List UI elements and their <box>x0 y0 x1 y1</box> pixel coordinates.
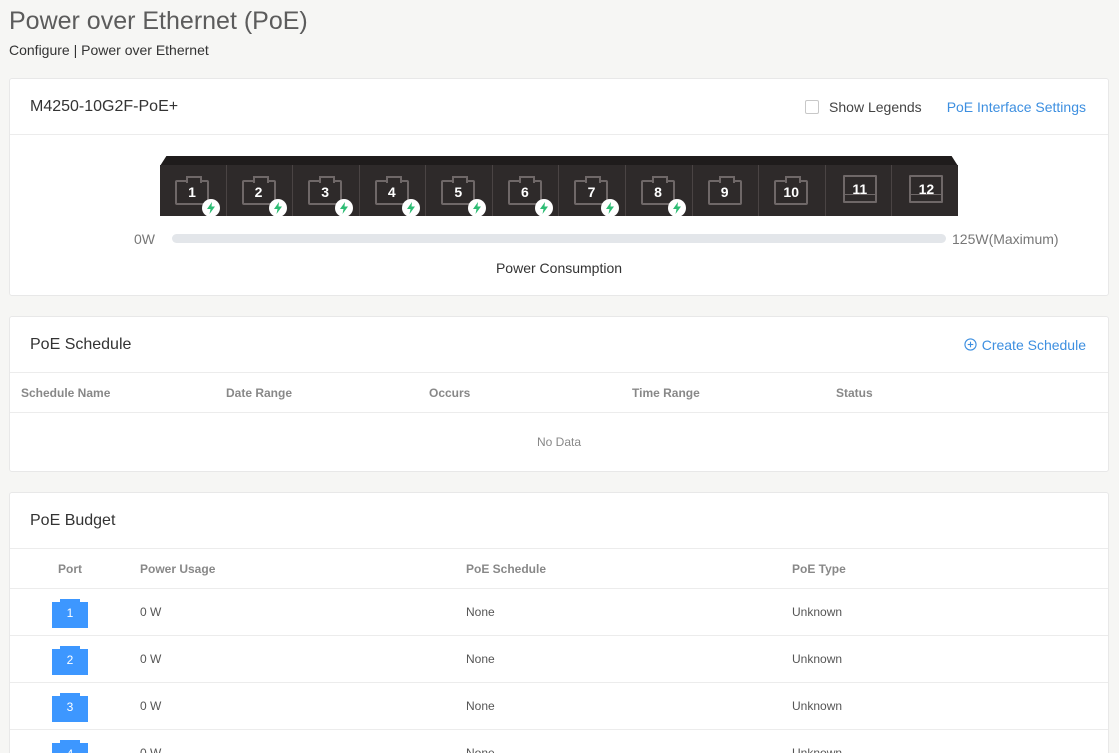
switch-port-number: 6 <box>520 184 529 200</box>
poe-schedule-title: PoE Schedule <box>30 335 132 353</box>
switch-port-number: 4 <box>387 184 396 200</box>
poe-interface-settings-link[interactable]: PoE Interface Settings <box>947 99 1086 115</box>
poe-lightning-icon <box>468 199 487 217</box>
power-max-label: 125W(Maximum) <box>952 231 1059 247</box>
budget-table-row: 1 0 W None Unknown <box>10 589 1108 636</box>
budget-table-row: 2 0 W None Unknown <box>10 636 1108 683</box>
cell-power-usage: 0 W <box>140 652 162 666</box>
power-consumption-caption: Power Consumption <box>495 260 623 276</box>
cell-power-usage: 0 W <box>140 699 162 713</box>
switch-front-panel: 1 2 3 4 5 6 7 8 9 10 11 12 <box>160 165 958 217</box>
switch-port-number: 11 <box>852 181 868 197</box>
poe-lightning-icon <box>534 199 553 217</box>
power-min-label: 0W <box>134 231 155 247</box>
port-chip-icon[interactable]: 2 <box>52 643 88 675</box>
switch-port-number: 1 <box>188 184 196 200</box>
poe-schedule-header: PoE Schedule Create Schedule <box>10 317 1108 373</box>
cell-poe-type: Unknown <box>792 605 843 619</box>
switch-port-number: 10 <box>783 184 799 200</box>
budget-table-row: 3 0 W None Unknown <box>10 683 1108 730</box>
switch-port-number: 7 <box>587 184 596 200</box>
switch-port-number: 9 <box>720 184 729 200</box>
switch-port-10[interactable]: 10 <box>759 165 826 216</box>
show-legends-label: Show Legends <box>829 98 922 115</box>
cell-poe-schedule: None <box>466 746 495 753</box>
budget-table-body: 1 0 W None Unknown 2 0 W None Unknown 3 0 W None Un… <box>10 589 1108 753</box>
poe-lightning-icon <box>268 199 287 217</box>
cell-poe-type: Unknown <box>792 699 843 713</box>
poe-budget-panel: PoE Budget Port Power Usage PoE Schedule… <box>9 492 1109 753</box>
port-chip-icon[interactable]: 3 <box>52 690 88 722</box>
column-schedule-name[interactable]: Schedule Name <box>21 386 226 400</box>
schedule-empty-state: No Data <box>536 435 582 449</box>
port-chip-number: 1 <box>66 606 74 620</box>
switch-port-6[interactable]: 6 <box>493 165 560 217</box>
poe-budget-title: PoE Budget <box>30 511 116 529</box>
switch-port-7[interactable]: 7 <box>559 165 627 217</box>
port-chip-number: 2 <box>66 653 74 667</box>
page-title: Power over Ethernet (PoE) <box>9 7 308 35</box>
device-model: M4250-10G2F-PoE+ <box>30 97 179 115</box>
switch-port-number: 8 <box>654 184 662 200</box>
schedule-table-header: Schedule Name Date Range Occurs Time Ran… <box>10 373 1108 413</box>
column-port[interactable]: Port <box>58 562 140 576</box>
budget-table-row: 4 0 W None Unknown <box>10 730 1108 753</box>
switch-port-number: 5 <box>454 184 463 200</box>
switch-port-3[interactable]: 3 <box>293 165 360 217</box>
poe-lightning-icon <box>202 199 220 217</box>
switch-port-8[interactable]: 8 <box>626 165 693 217</box>
port-chip-icon[interactable]: 4 <box>52 737 88 753</box>
switch-port-number: 12 <box>918 181 935 197</box>
switch-port-number: 2 <box>254 184 263 200</box>
switch-port-1[interactable]: 1 <box>160 165 227 217</box>
column-power-usage[interactable]: Power Usage <box>140 562 466 576</box>
switch-port-4[interactable]: 4 <box>360 165 427 217</box>
create-schedule-label: Create Schedule <box>981 336 1086 353</box>
port-chip-number: 4 <box>52 747 88 753</box>
switch-port-number: 3 <box>321 184 330 200</box>
column-time-range[interactable]: Time Range <box>632 386 836 400</box>
poe-lightning-icon <box>335 199 354 217</box>
show-legends-toggle[interactable]: Show Legends <box>805 99 922 115</box>
show-legends-checkbox[interactable] <box>805 99 820 114</box>
cell-poe-schedule: None <box>466 699 495 713</box>
switch-port-12[interactable]: 12 <box>892 165 958 216</box>
power-consumption-bar <box>172 234 946 243</box>
cell-poe-schedule: None <box>466 605 495 619</box>
column-poe-schedule[interactable]: PoE Schedule <box>466 562 792 576</box>
switch-port-9[interactable]: 9 <box>693 165 760 216</box>
column-date-range[interactable]: Date Range <box>226 386 429 400</box>
port-chip-number: 3 <box>66 700 74 714</box>
switch-port-2[interactable]: 2 <box>227 165 294 217</box>
column-occurs[interactable]: Occurs <box>429 386 632 400</box>
port-chip-icon[interactable]: 1 <box>52 596 88 628</box>
poe-lightning-icon <box>668 199 687 217</box>
device-panel: M4250-10G2F-PoE+ Show Legends PoE Interf… <box>9 78 1109 296</box>
poe-schedule-panel: PoE Schedule Create Schedule Schedule Na… <box>9 316 1109 472</box>
cell-poe-schedule: None <box>466 652 495 666</box>
cell-power-usage: 0 W <box>140 746 162 753</box>
poe-budget-header: PoE Budget <box>10 493 1108 549</box>
column-poe-type[interactable]: PoE Type <box>792 562 846 576</box>
breadcrumb: Configure | Power over Ethernet <box>9 42 209 58</box>
switch-port-11[interactable]: 11 <box>826 165 893 216</box>
poe-lightning-icon <box>401 199 420 217</box>
cell-power-usage: 0 W <box>140 605 162 619</box>
budget-table-header: Port Power Usage PoE Schedule PoE Type <box>10 549 1108 589</box>
device-panel-header: M4250-10G2F-PoE+ Show Legends PoE Interf… <box>10 79 1108 135</box>
plus-circle-icon <box>964 338 977 351</box>
create-schedule-link[interactable]: Create Schedule <box>964 337 1086 353</box>
cell-poe-type: Unknown <box>792 652 843 666</box>
column-status[interactable]: Status <box>836 386 873 400</box>
switch-port-5[interactable]: 5 <box>426 165 493 217</box>
cell-poe-type: Unknown <box>792 746 843 753</box>
poe-lightning-icon <box>601 199 620 217</box>
